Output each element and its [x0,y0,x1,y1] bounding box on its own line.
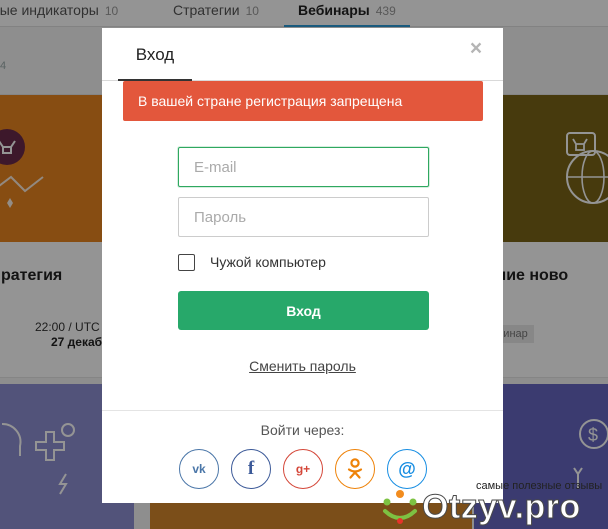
modal-header: Вход × [102,28,503,81]
facebook-icon[interactable]: f [231,449,271,489]
watermark-logo: Otzyv.pro [378,487,581,527]
mail-ru-icon[interactable]: @ [387,449,427,489]
watermark-logo-text: Otzyv.pro [422,487,581,526]
vk-icon[interactable]: vk [179,449,219,489]
change-password-link[interactable]: Сменить пароль [249,358,356,374]
error-alert: В вашей стране регистрация запрещена [123,81,483,121]
foreign-computer-checkbox[interactable] [178,253,195,271]
facebook-glyph: f [247,458,255,479]
email-field[interactable] [178,147,429,187]
login-button[interactable]: Вход [178,291,429,330]
odnoklassniki-icon[interactable] [335,449,375,489]
login-via-label: Войти через: [260,422,345,438]
change-password-row: Сменить пароль [102,358,503,376]
modal-title-tab[interactable]: Вход [118,28,192,81]
odnoklassniki-glyph [347,458,363,479]
divider [102,410,503,411]
password-field[interactable] [178,197,429,237]
vk-glyph: vk [192,462,206,476]
mail-ru-glyph: @ [398,458,416,479]
login-modal: Вход × В вашей стране регистрация запрещ… [102,28,503,503]
foreign-computer-checkbox-row[interactable]: Чужой компьютер [178,253,326,271]
close-icon[interactable]: × [465,38,487,60]
foreign-computer-label: Чужой компьютер [210,254,326,270]
google-plus-icon[interactable]: g+ [283,449,323,489]
google-plus-glyph: g+ [295,462,311,476]
otzyv-logo-icon [383,490,417,524]
